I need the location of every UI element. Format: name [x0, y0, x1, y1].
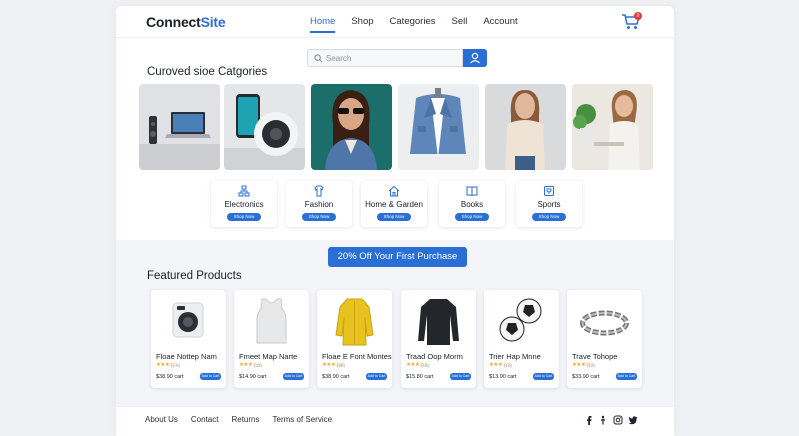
- rating-count: (88): [337, 363, 346, 368]
- category-name: Sports: [537, 200, 561, 209]
- product-card[interactable]: Trier Hap Mnne ★★★☆☆ (13) $13.90 cart Ad…: [484, 290, 559, 388]
- footer-link-about[interactable]: About Us: [145, 415, 178, 424]
- product-price: $13.90 cart: [489, 374, 517, 380]
- category-name: Electronics: [224, 200, 264, 209]
- product-name: Floae E Font Montes: [322, 352, 392, 361]
- page: ConnectSite Home Shop Categories Sell Ac…: [116, 6, 674, 436]
- nav-account[interactable]: Account: [483, 16, 517, 27]
- product-price: $38.90 cart: [156, 374, 184, 380]
- search-icon: [314, 54, 323, 63]
- product-card[interactable]: Floae E Font Montes ★★★☆☆ (88) $38.90 ca…: [317, 290, 392, 388]
- product-image-chain: [580, 310, 629, 336]
- tiktok-icon[interactable]: [598, 415, 608, 425]
- product-image-soccer-balls: [499, 298, 542, 342]
- footer-link-contact[interactable]: Contact: [191, 415, 219, 424]
- shop-now-button[interactable]: Shop Now: [455, 213, 489, 221]
- product-name: Trier Hap Mnne: [489, 352, 541, 361]
- book-icon: [466, 186, 478, 197]
- category-tile-electronics[interactable]: [139, 84, 220, 170]
- shop-now-button[interactable]: Shop Now: [377, 213, 411, 221]
- category-card-books[interactable]: Books Shop Now: [439, 181, 505, 227]
- house-icon: [388, 185, 400, 197]
- category-name: Fashion: [304, 200, 334, 209]
- product-name: Trave Tohope: [572, 352, 618, 361]
- footer-links: About Us Contact Returns Terms of Servic…: [145, 415, 345, 424]
- category-tile-sports[interactable]: [572, 84, 653, 170]
- trophy-icon: [544, 186, 554, 196]
- product-price: $15.80 cart: [406, 374, 434, 380]
- rating-count: (13): [587, 363, 596, 368]
- rating-count: (22): [254, 363, 263, 368]
- categories-title: Curoved sioe Catgories: [147, 66, 268, 78]
- footer-link-returns[interactable]: Returns: [231, 415, 259, 424]
- product-card[interactable]: Fmeet Map Narte ★★★☆☆ (22) $14.90 cart A…: [234, 290, 309, 388]
- nav-categories[interactable]: Categories: [390, 16, 436, 27]
- nav-shop[interactable]: Shop: [351, 16, 373, 27]
- category-name: Home & Garden: [365, 200, 423, 209]
- shop-now-button[interactable]: Shop Now: [302, 213, 336, 221]
- promo-button[interactable]: 20% Off Your First Purchase: [328, 247, 467, 267]
- category-card-fashion[interactable]: Fashion Shop Now: [286, 181, 352, 227]
- logo-accent-text: Site: [200, 14, 226, 30]
- product-card[interactable]: Floae Nottep Nam ★★★☆☆ (1.8) $38.90 cart…: [151, 290, 226, 388]
- add-to-cart-button[interactable]: Add to Cart: [450, 373, 471, 380]
- category-card-sports[interactable]: Sports Shop Now: [516, 181, 582, 227]
- sitemap-icon: [238, 185, 250, 197]
- search-input[interactable]: [326, 51, 456, 65]
- featured-title: Featured Products: [147, 270, 242, 282]
- product-image-sweater: [418, 299, 459, 345]
- rating-count: (1.8): [171, 363, 181, 368]
- product-price: $33.90 cart: [572, 374, 600, 380]
- shop-now-button[interactable]: Shop Now: [227, 213, 261, 221]
- nav-home[interactable]: Home: [310, 16, 336, 33]
- product-name: Traad Oop Morm: [406, 352, 463, 361]
- add-to-cart-button[interactable]: Add to Cart: [283, 373, 304, 380]
- add-to-cart-button[interactable]: Add to Cart: [616, 373, 637, 380]
- product-image-tank-top: [256, 298, 287, 344]
- main-nav: Home Shop Categories Sell Account: [310, 16, 534, 33]
- user-search-icon: [470, 52, 480, 64]
- instagram-icon[interactable]: [613, 415, 623, 425]
- product-price: $14.90 cart: [239, 374, 267, 380]
- product-card[interactable]: Traad Oop Morm ★★★☆☆ (18) $15.80 cart Ad…: [401, 290, 476, 388]
- category-tile-home-garden[interactable]: [398, 84, 479, 170]
- search-button[interactable]: [463, 49, 487, 67]
- cart-badge: 0: [634, 12, 642, 20]
- product-name: Fmeet Map Narte: [239, 352, 298, 361]
- site-footer: About Us Contact Returns Terms of Servic…: [116, 406, 674, 436]
- product-name: Floae Nottep Nam: [156, 352, 217, 361]
- product-image-camera: [172, 302, 204, 338]
- clothes-icon: [314, 185, 324, 197]
- product-image-coat: [335, 298, 374, 346]
- add-to-cart-button[interactable]: Add to Cart: [366, 373, 387, 380]
- site-header: ConnectSite Home Shop Categories Sell Ac…: [116, 6, 674, 38]
- twitter-icon[interactable]: [628, 415, 638, 425]
- product-price: $38.90 cart: [322, 374, 350, 380]
- category-tile-books[interactable]: [485, 84, 566, 170]
- nav-sell[interactable]: Sell: [451, 16, 467, 27]
- add-to-cart-button[interactable]: Add to Cart: [200, 373, 221, 380]
- category-tile-fashion[interactable]: [311, 84, 392, 170]
- site-logo[interactable]: ConnectSite: [146, 14, 226, 30]
- category-card-home-garden[interactable]: Home & Garden Shop Now: [361, 181, 427, 227]
- facebook-icon[interactable]: [584, 415, 594, 425]
- search-bar: [307, 49, 463, 67]
- category-tile-gadgets[interactable]: [224, 84, 305, 170]
- rating-count: (13): [504, 363, 513, 368]
- shop-now-button[interactable]: Shop Now: [532, 213, 566, 221]
- add-to-cart-button[interactable]: Add to Cart: [533, 373, 554, 380]
- category-card-electronics[interactable]: Electronics Shop Now: [211, 181, 277, 227]
- product-card[interactable]: Trave Tohope ★★★☆☆ (13) $33.90 cart Add …: [567, 290, 642, 388]
- footer-link-terms[interactable]: Terms of Service: [273, 415, 333, 424]
- logo-text: Connect: [146, 14, 201, 30]
- category-name: Books: [460, 200, 484, 209]
- rating-count: (18): [421, 363, 430, 368]
